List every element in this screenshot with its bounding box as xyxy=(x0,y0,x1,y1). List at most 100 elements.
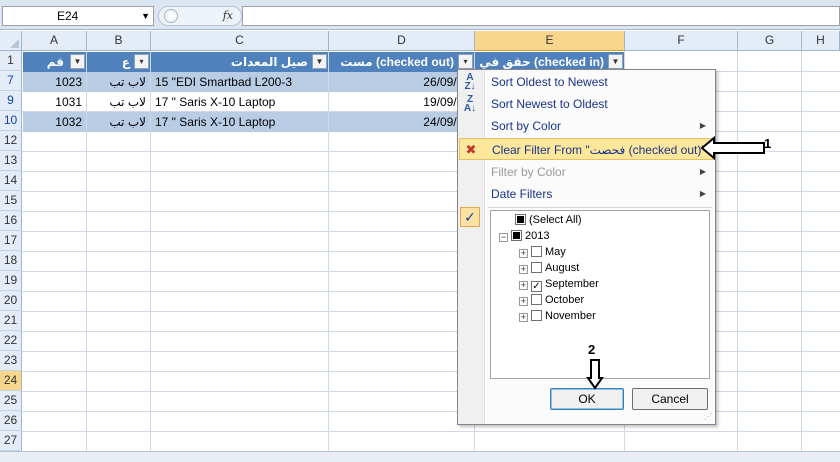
table-header-cell: مست (checked out) xyxy=(329,52,474,72)
checkbox-icon[interactable] xyxy=(531,294,542,305)
column-header-d[interactable]: D xyxy=(329,31,475,51)
chevron-down-icon[interactable]: ▼ xyxy=(312,54,327,69)
chevron-down-icon[interactable]: ▼ xyxy=(70,54,85,69)
name-box[interactable]: E24 ▼ xyxy=(2,6,154,26)
gridline xyxy=(22,211,840,212)
checkbox-checked-icon[interactable]: ✓ xyxy=(531,281,542,292)
gridline xyxy=(22,391,840,392)
filter-applied-icon[interactable]: ▾ xyxy=(134,54,149,69)
function-area: fx xyxy=(158,6,242,26)
table-cell[interactable]: 17 " Saris X-10 Laptop xyxy=(151,112,328,132)
row-header[interactable]: 14 xyxy=(0,171,22,191)
tree-item-label: September xyxy=(545,278,599,290)
row-header[interactable]: 21 xyxy=(0,311,22,331)
filter-values-tree: (Select All) −2013 + May + August + ✓ Septem… xyxy=(490,210,710,379)
checkbox-partial-icon[interactable] xyxy=(511,230,522,241)
expand-icon[interactable]: + xyxy=(519,297,528,306)
expand-icon[interactable]: + xyxy=(519,249,528,258)
row-header[interactable]: 15 xyxy=(0,191,22,211)
row-header[interactable]: 9 xyxy=(0,91,22,111)
formula-input[interactable] xyxy=(242,6,840,26)
collapse-icon[interactable]: − xyxy=(499,233,508,242)
menu-item-sort-newest[interactable]: Z A↓ Sort Newest to Oldest xyxy=(459,93,714,115)
expand-icon[interactable]: + xyxy=(519,313,528,322)
column-header-g[interactable]: G xyxy=(738,31,802,51)
table-cell[interactable]: 24/09/20 xyxy=(329,112,474,132)
row-header[interactable]: 7 xyxy=(0,71,22,91)
tree-item-label: 2013 xyxy=(525,230,550,242)
row-header[interactable]: 27 xyxy=(0,431,22,451)
row-header[interactable]: 25 xyxy=(0,391,22,411)
tree-item-month[interactable]: + October xyxy=(519,292,584,308)
row-header[interactable]: 12 xyxy=(0,131,22,151)
row-header[interactable]: 16 xyxy=(0,211,22,231)
table-cell[interactable]: 15 "EDI Smartbad L200-3 xyxy=(151,72,328,92)
tree-item-year[interactable]: − 2013 xyxy=(499,228,549,244)
checkbox-icon[interactable] xyxy=(531,310,542,321)
menu-item-label: Date Filters xyxy=(491,187,553,201)
menu-item-date-filters[interactable]: Date Filters ▶ xyxy=(459,183,714,205)
row-header[interactable]: 23 xyxy=(0,351,22,371)
column-header-b[interactable]: B xyxy=(87,31,151,51)
row-header[interactable]: 1 xyxy=(0,51,22,71)
row-header[interactable]: 17 xyxy=(0,231,22,251)
row-header[interactable]: 20 xyxy=(0,291,22,311)
arrow-down-icon xyxy=(586,359,604,390)
row-header[interactable]: 19 xyxy=(0,271,22,291)
checkbox-icon[interactable] xyxy=(531,246,542,257)
checkmark-icon: ✓ xyxy=(460,207,480,227)
tree-item-month[interactable]: + August xyxy=(519,260,579,276)
column-header-a[interactable]: A xyxy=(22,31,87,51)
chevron-down-icon[interactable]: ▼ xyxy=(141,7,150,25)
row-header[interactable]: 13 xyxy=(0,151,22,171)
resize-handle-icon[interactable] xyxy=(164,9,178,23)
filter-applied-icon[interactable]: ▾ xyxy=(458,54,473,69)
row-header[interactable]: 24 xyxy=(0,371,22,391)
menu-item-sort-oldest[interactable]: A Z↓ Sort Oldest to Newest xyxy=(459,71,714,93)
table-cell[interactable]: 19/09/20 xyxy=(329,92,474,112)
table-cell[interactable]: لاب تب xyxy=(87,112,150,132)
gridline xyxy=(22,311,840,312)
gridline xyxy=(22,411,840,412)
clear-filter-icon: ✖ xyxy=(465,142,477,157)
tree-item-month[interactable]: + May xyxy=(519,244,566,260)
table-cell[interactable]: 17 " Saris X-10 Laptop xyxy=(151,92,328,112)
menu-separator xyxy=(488,207,712,208)
select-all-corner[interactable] xyxy=(0,31,22,51)
table-cell[interactable]: لاب تب xyxy=(87,72,150,92)
horizontal-scrollbar[interactable] xyxy=(0,451,840,462)
expand-icon[interactable]: + xyxy=(519,281,528,290)
table-cell[interactable]: 26/09/20 xyxy=(329,72,474,92)
ok-button[interactable]: OK xyxy=(550,388,624,410)
menu-item-filter-by-color[interactable]: Filter by Color ▶ xyxy=(459,161,714,183)
chevron-right-icon: ▶ xyxy=(699,167,706,176)
checkbox-icon[interactable] xyxy=(531,262,542,273)
resize-grip-icon[interactable]: ⋰ xyxy=(704,413,712,421)
tree-item-label: November xyxy=(545,310,596,322)
row-header[interactable]: 22 xyxy=(0,331,22,351)
row-header[interactable]: 10 xyxy=(0,111,22,131)
menu-item-sort-by-color[interactable]: Sort by Color ▶ xyxy=(459,115,714,137)
checkbox-partial-icon[interactable] xyxy=(515,214,526,225)
tree-item-month[interactable]: + November xyxy=(519,308,596,324)
row-header[interactable]: 26 xyxy=(0,411,22,431)
tree-item-month[interactable]: + ✓ September xyxy=(519,276,599,292)
column-header-f[interactable]: F xyxy=(625,31,738,51)
cancel-button[interactable]: Cancel xyxy=(632,388,708,410)
table-cell[interactable]: 1023 xyxy=(23,72,86,92)
expand-icon[interactable]: + xyxy=(519,265,528,274)
column-header-e[interactable]: E xyxy=(475,31,625,51)
table-cell[interactable]: 1032 xyxy=(23,112,86,132)
table-cell[interactable]: 1031 xyxy=(23,92,86,112)
insert-function-icon[interactable]: fx xyxy=(223,9,233,22)
sort-descending-icon: Z A↓ xyxy=(463,94,477,114)
tree-item-select-all[interactable]: (Select All) xyxy=(515,212,582,228)
chevron-down-icon[interactable]: ▼ xyxy=(608,54,623,69)
column-header-c[interactable]: C xyxy=(151,31,329,51)
column-header-h[interactable]: H xyxy=(802,31,840,51)
menu-item-label: Filter by Color xyxy=(491,165,566,179)
menu-item-clear-filter[interactable]: ✖ Clear Filter From "فحصت (checked out)" xyxy=(459,138,714,160)
menu-item-label: Sort Newest to Oldest xyxy=(491,97,608,111)
table-cell[interactable]: لاب تب xyxy=(87,92,150,112)
row-header[interactable]: 18 xyxy=(0,251,22,271)
